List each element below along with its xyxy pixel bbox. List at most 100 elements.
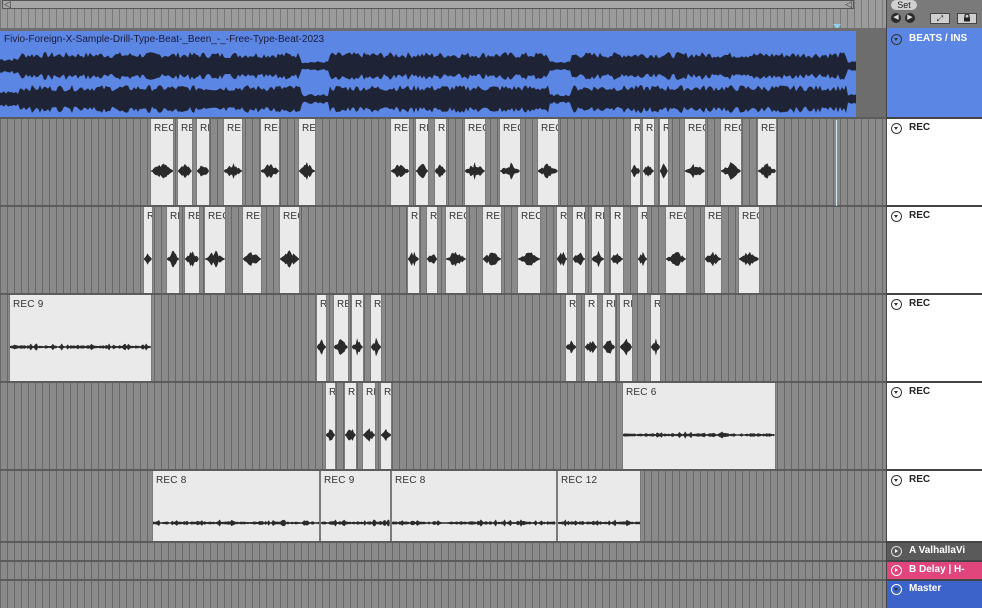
audio-clip[interactable]: REC: [757, 119, 777, 205]
audio-clip[interactable]: R: [584, 295, 598, 381]
audio-clip[interactable]: RE: [556, 207, 568, 293]
nav-right-icon[interactable]: ▶: [905, 13, 915, 23]
audio-clip[interactable]: REC: [390, 119, 410, 205]
track-header-return-a[interactable]: A ValhallaVi: [887, 543, 982, 562]
expand-icon[interactable]: ⤢: [930, 13, 950, 24]
audio-clip[interactable]: R: [316, 295, 327, 381]
audio-clip[interactable]: REC: [445, 207, 467, 293]
audio-clip[interactable]: REC: [517, 207, 541, 293]
audio-clip[interactable]: REC: [204, 207, 226, 293]
clip-label: RE: [654, 299, 661, 310]
scroll-left-arrow-icon[interactable]: ◁: [4, 0, 11, 9]
track-lane-beats[interactable]: Fivio-Foreign-X-Sample-Drill-Type-Beat-_…: [0, 28, 886, 119]
audio-clip[interactable]: RE: [380, 383, 392, 469]
scroll-right-arrow-icon[interactable]: ◁: [845, 0, 852, 9]
audio-clip[interactable]: RE: [572, 207, 586, 293]
audio-clip[interactable]: REC 8: [152, 471, 320, 541]
audio-clip[interactable]: REC: [415, 119, 429, 205]
track-header-rec-2[interactable]: REC: [887, 207, 982, 295]
audio-clip[interactable]: RE: [184, 207, 200, 293]
fold-toggle-icon[interactable]: [891, 211, 902, 222]
fold-toggle-icon[interactable]: [891, 34, 902, 45]
track-name: B Delay | H-: [909, 564, 965, 575]
track-lane-rec-3[interactable]: REC 9RRERERERRRERERE: [0, 295, 886, 383]
audio-clip[interactable]: R: [143, 207, 153, 293]
clip-waveform: [483, 252, 501, 266]
return-lane-b[interactable]: [0, 562, 886, 581]
track-lane-rec-2[interactable]: R RE RE REC REC REC RE RE REC REC REC RE RE RE R R REC RE…: [0, 207, 886, 295]
audio-clip[interactable]: REC: [279, 207, 300, 293]
beats-audio-clip[interactable]: Fivio-Foreign-X-Sample-Drill-Type-Beat-_…: [0, 31, 856, 117]
audio-clip[interactable]: RE: [426, 207, 438, 293]
audio-clip[interactable]: REC: [499, 119, 521, 205]
expand-toggle-icon[interactable]: [891, 565, 902, 576]
audio-clip[interactable]: REC: [150, 119, 174, 205]
audio-clip[interactable]: REC: [684, 119, 706, 205]
fold-toggle-icon[interactable]: [891, 584, 902, 595]
track-header-rec-1[interactable]: REC: [887, 119, 982, 207]
audio-clip[interactable]: REC: [738, 207, 760, 293]
nav-left-icon[interactable]: ◀: [891, 13, 901, 23]
audio-clip[interactable]: REC: [482, 207, 502, 293]
audio-clip[interactable]: R: [610, 207, 624, 293]
fold-toggle-icon[interactable]: [891, 299, 902, 310]
track-header-rec-4[interactable]: REC: [887, 383, 982, 471]
audio-clip[interactable]: REC: [704, 207, 722, 293]
audio-clip[interactable]: REC: [260, 119, 280, 205]
track-header-master[interactable]: Master: [887, 581, 982, 608]
audio-clip[interactable]: R: [565, 295, 577, 381]
track-header-rec-5[interactable]: REC: [887, 471, 982, 543]
audio-clip[interactable]: REC: [298, 119, 316, 205]
set-button[interactable]: Set: [891, 0, 917, 10]
audio-clip[interactable]: R: [344, 383, 357, 469]
audio-clip[interactable]: REC: [223, 119, 243, 205]
audio-clip[interactable]: RE: [351, 295, 364, 381]
lock-icon[interactable]: [957, 13, 977, 24]
audio-clip[interactable]: REC: [537, 119, 559, 205]
audio-clip[interactable]: R: [325, 383, 336, 469]
horizontal-scrollbar[interactable]: ◁ ◁: [2, 0, 854, 9]
clip-waveform: [643, 165, 654, 177]
audio-clip[interactable]: REC: [659, 119, 669, 205]
audio-clip[interactable]: RE: [619, 295, 633, 381]
expand-toggle-icon[interactable]: [891, 546, 902, 557]
track-name: BEATS / INS: [909, 33, 968, 44]
track-header-rec-3[interactable]: REC: [887, 295, 982, 383]
audio-clip[interactable]: REC 6: [622, 383, 776, 469]
audio-clip[interactable]: REC: [720, 119, 742, 205]
fold-toggle-icon[interactable]: [891, 123, 902, 134]
audio-clip[interactable]: REC: [665, 207, 687, 293]
clip-label: RE: [560, 211, 568, 222]
audio-clip[interactable]: RE: [362, 383, 376, 469]
audio-clip[interactable]: RE: [602, 295, 616, 381]
audio-clip[interactable]: RE: [407, 207, 420, 293]
track-header-beats[interactable]: BEATS / INS: [887, 28, 982, 119]
audio-clip[interactable]: REC: [242, 207, 262, 293]
arrangement-ruler[interactable]: ◁ ◁: [0, 0, 886, 29]
audio-clip[interactable]: RE: [591, 207, 605, 293]
audio-clip[interactable]: REC 9: [320, 471, 391, 541]
track-lane-rec-1[interactable]: REC REC REC REC REC REC REC REC REC REC REC REC REC R…: [0, 119, 886, 207]
audio-clip[interactable]: REC: [464, 119, 486, 205]
audio-clip[interactable]: RE: [166, 207, 180, 293]
clip-label: RE: [606, 299, 615, 310]
audio-clip[interactable]: RE: [370, 295, 382, 381]
track-header-return-b[interactable]: B Delay | H-: [887, 562, 982, 581]
audio-clip[interactable]: REC 12: [557, 471, 641, 541]
audio-clip[interactable]: REC 9: [9, 295, 152, 381]
fold-toggle-icon[interactable]: [891, 387, 902, 398]
audio-clip[interactable]: REC: [642, 119, 655, 205]
audio-clip[interactable]: RE: [650, 295, 661, 381]
fold-toggle-icon[interactable]: [891, 475, 902, 486]
master-lane[interactable]: [0, 581, 886, 608]
track-lane-rec-4[interactable]: R R RE RE REC 6: [0, 383, 886, 471]
audio-clip[interactable]: R: [637, 207, 648, 293]
audio-clip[interactable]: REC: [196, 119, 210, 205]
audio-clip[interactable]: REC: [630, 119, 641, 205]
audio-clip[interactable]: REC 8: [391, 471, 557, 541]
return-lane-a[interactable]: [0, 543, 886, 562]
audio-clip[interactable]: RE: [333, 295, 349, 381]
audio-clip[interactable]: REC: [177, 119, 193, 205]
track-lane-rec-5[interactable]: REC 8 REC 9 REC 8 REC 12: [0, 471, 886, 543]
audio-clip[interactable]: REC: [434, 119, 447, 205]
